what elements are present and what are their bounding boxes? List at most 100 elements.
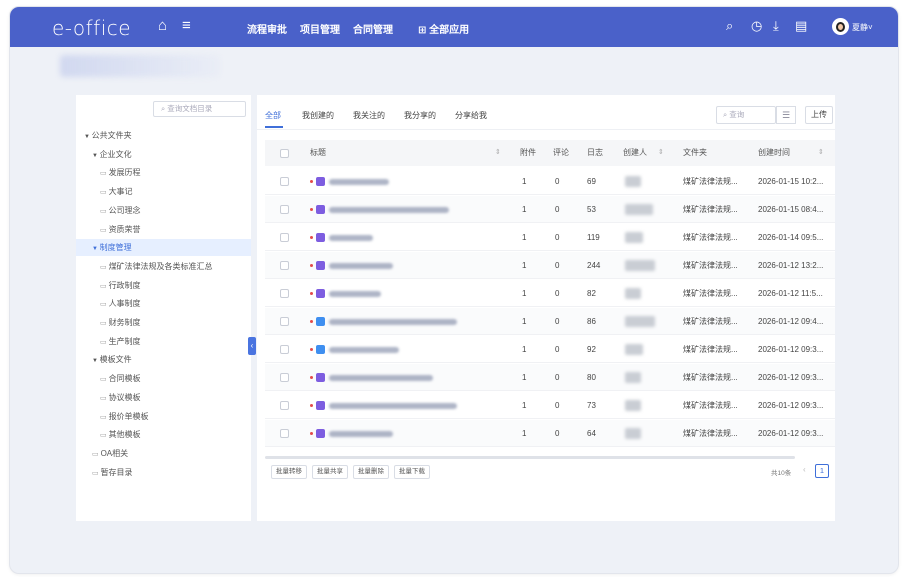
tree-node[interactable]: ▭ 行政制度	[100, 277, 141, 294]
table-row[interactable]: 1 0 73 煤矿法律法规... 2026-01-12 09:3...	[265, 392, 835, 419]
row-checkbox[interactable]	[280, 373, 289, 382]
tree-node[interactable]: ▼ 制度管理	[76, 239, 251, 257]
tree-node[interactable]: ▼ 公共文件夹	[84, 127, 132, 144]
home-icon[interactable]: ⌂	[158, 17, 167, 35]
folder-name[interactable]: 煤矿法律法规...	[683, 252, 738, 279]
tree-node[interactable]: ▭ 发展历程	[100, 164, 141, 181]
nav-all-apps[interactable]: ⊞ 全部应用	[418, 21, 469, 36]
folder-name[interactable]: 煤矿法律法规...	[683, 196, 738, 223]
bulk-share-button[interactable]: 批量共享	[312, 465, 348, 479]
tree-node[interactable]: ▭ 资质荣誉	[100, 221, 141, 238]
folder-name[interactable]: 煤矿法律法规...	[683, 364, 738, 391]
document-title[interactable]	[329, 319, 457, 325]
tab-all[interactable]: 全部	[265, 110, 281, 121]
tab-my-shared[interactable]: 我分享的	[404, 110, 436, 121]
document-icon[interactable]: ▤	[795, 18, 807, 34]
document-title[interactable]	[329, 179, 389, 185]
tree-node[interactable]: ▭ 生产制度	[100, 333, 141, 350]
bulk-download-button[interactable]: 批量下载	[394, 465, 430, 479]
document-title[interactable]	[329, 263, 393, 269]
folder-name[interactable]: 煤矿法律法规...	[683, 308, 738, 335]
upload-button[interactable]: 上传	[805, 106, 833, 124]
document-title[interactable]	[329, 431, 393, 437]
row-checkbox[interactable]	[280, 205, 289, 214]
document-title[interactable]	[329, 403, 457, 409]
tree-node[interactable]: ▼ 企业文化	[92, 146, 132, 163]
document-title[interactable]	[329, 375, 433, 381]
nav-workflow-approval[interactable]: 流程审批	[247, 21, 287, 36]
document-title[interactable]	[329, 207, 449, 213]
folder-name[interactable]: 煤矿法律法规...	[683, 420, 738, 447]
tree-node[interactable]: ▭ 报价单模板	[100, 408, 149, 425]
search-input[interactable]: ⌕ 查询	[716, 106, 776, 124]
collapse-sidebar-handle[interactable]: ‹	[248, 337, 256, 355]
tree-node[interactable]: ▭ OA相关	[92, 445, 128, 462]
tree-node[interactable]: ▼ 模板文件	[92, 351, 132, 368]
row-checkbox[interactable]	[280, 401, 289, 410]
table-row[interactable]: 1 0 92 煤矿法律法规... 2026-01-12 09:3...	[265, 336, 835, 363]
folder-name[interactable]: 煤矿法律法规...	[683, 168, 738, 195]
row-checkbox[interactable]	[280, 317, 289, 326]
tab-shared-to-me[interactable]: 分享给我	[455, 110, 487, 121]
tree-search-input[interactable]: ⌕ 查询文档目录	[153, 101, 246, 117]
table-row[interactable]: 1 0 244 煤矿法律法规... 2026-01-12 13:2...	[265, 252, 835, 279]
tab-my-followed[interactable]: 我关注的	[353, 110, 385, 121]
tab-my-created[interactable]: 我创建的	[302, 110, 334, 121]
search-icon[interactable]: ⌕	[726, 18, 733, 34]
row-checkbox[interactable]	[280, 177, 289, 186]
row-checkbox[interactable]	[280, 289, 289, 298]
sort-icon[interactable]: ⇕	[658, 140, 664, 166]
bulk-move-button[interactable]: 批量转移	[271, 465, 307, 479]
column-creator[interactable]: 创建人	[623, 140, 647, 166]
table-row[interactable]: 1 0 69 煤矿法律法规... 2026-01-15 10:2...	[265, 168, 835, 195]
horizontal-scrollbar[interactable]	[265, 456, 795, 459]
folder-name[interactable]: 煤矿法律法规...	[683, 224, 738, 251]
bulk-delete-button[interactable]: 批量删除	[353, 465, 389, 479]
tree-node[interactable]: ▭ 协议模板	[100, 389, 141, 406]
tree-node[interactable]: ▭ 其他模板	[100, 426, 141, 443]
pagination-prev-icon[interactable]: ‹	[803, 465, 806, 474]
folder-name[interactable]: 煤矿法律法规...	[683, 336, 738, 363]
download-icon[interactable]: ⤓	[773, 18, 779, 34]
tree-node[interactable]: ▭ 财务制度	[100, 314, 141, 331]
column-created-time[interactable]: 创建时间	[758, 140, 790, 166]
sort-icon[interactable]: ⇕	[818, 140, 824, 166]
select-all-checkbox[interactable]	[280, 149, 289, 158]
folder-name[interactable]: 煤矿法律法规...	[683, 280, 738, 307]
filter-icon[interactable]: ☰	[776, 106, 796, 124]
row-checkbox[interactable]	[280, 429, 289, 438]
document-title[interactable]	[329, 291, 381, 297]
clock-icon[interactable]: ◷	[751, 18, 762, 34]
user-menu[interactable]: 夏静˅	[852, 22, 873, 33]
tree-node[interactable]: ▭ 暂存目录	[92, 464, 133, 481]
pagination-current-page[interactable]: 1	[815, 464, 829, 478]
table-row[interactable]: 1 0 82 煤矿法律法规... 2026-01-12 11:5...	[265, 280, 835, 307]
unread-dot	[310, 320, 313, 323]
table-row[interactable]: 1 0 53 煤矿法律法规... 2026-01-15 08:4...	[265, 196, 835, 223]
app-logo[interactable]: e-office	[52, 16, 131, 40]
table-row[interactable]: 1 0 80 煤矿法律法规... 2026-01-12 09:3...	[265, 364, 835, 391]
nav-contract-management[interactable]: 合同管理	[353, 21, 393, 36]
document-title[interactable]	[329, 347, 399, 353]
menu-icon[interactable]: ≡	[182, 17, 191, 35]
document-title[interactable]	[329, 235, 373, 241]
avatar[interactable]	[832, 18, 849, 35]
tree-node[interactable]: ▭ 合同模板	[100, 370, 141, 387]
tree-node[interactable]: ▭ 人事制度	[100, 295, 141, 312]
folder-name[interactable]: 煤矿法律法规...	[683, 392, 738, 419]
table-row[interactable]: 1 0 64 煤矿法律法规... 2026-01-12 09:3...	[265, 420, 835, 447]
tree-node-label: 协议模板	[108, 392, 141, 402]
creator-name	[625, 316, 655, 327]
row-checkbox[interactable]	[280, 233, 289, 242]
nav-project-management[interactable]: 项目管理	[300, 21, 340, 36]
sort-icon[interactable]: ⇕	[495, 140, 501, 166]
column-title[interactable]: 标题	[310, 140, 326, 166]
tree-node-label: 行政制度	[108, 280, 141, 290]
tree-node[interactable]: ▭ 煤矿法律法规及各类标准汇总	[100, 258, 213, 275]
tree-node[interactable]: ▭ 公司理念	[100, 202, 141, 219]
table-row[interactable]: 1 0 86 煤矿法律法规... 2026-01-12 09:4...	[265, 308, 835, 335]
row-checkbox[interactable]	[280, 345, 289, 354]
row-checkbox[interactable]	[280, 261, 289, 270]
table-row[interactable]: 1 0 119 煤矿法律法规... 2026-01-14 09:5...	[265, 224, 835, 251]
tree-node[interactable]: ▭ 大事记	[100, 183, 133, 200]
